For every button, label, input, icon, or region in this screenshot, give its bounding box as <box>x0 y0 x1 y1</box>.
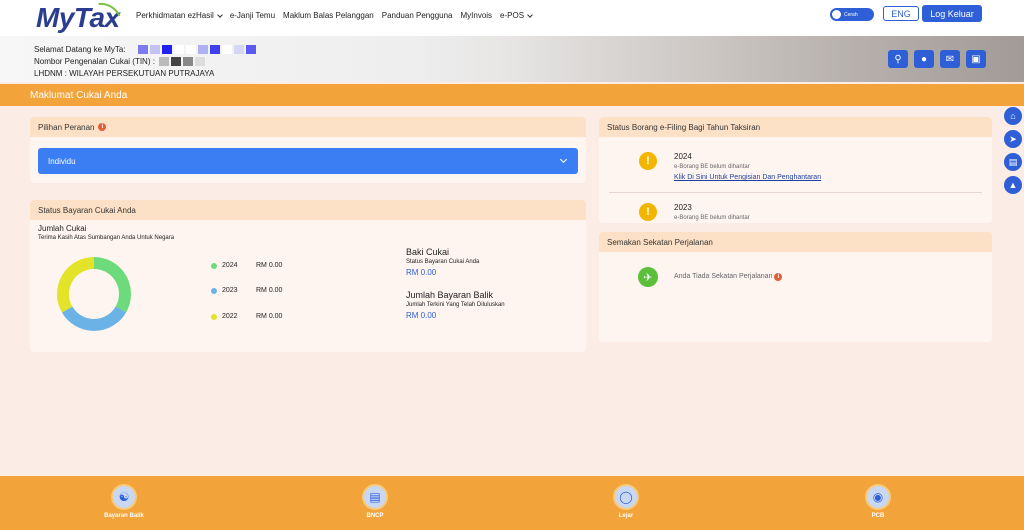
page-title: Maklumat Cukai Anda <box>30 89 128 101</box>
mail-icon[interactable]: ✉ <box>940 50 960 68</box>
menu-item-ezhasil[interactable]: Perkhidmatan ezHasil <box>136 11 223 20</box>
menu-item-maklum-balas[interactable]: Maklum Balas Pelanggan <box>283 11 374 20</box>
menu-item-myinvois[interactable]: MyInvois <box>460 11 492 20</box>
role-card-title: Pilihan Peranan <box>38 122 95 132</box>
megaphone-icon[interactable]: ➤ <box>1004 130 1022 148</box>
toggle-label: Cerah <box>844 11 858 18</box>
toggle-knob <box>832 10 841 19</box>
legend-dot-2023 <box>211 288 217 294</box>
bottom-label-bayaran-balik: Bayaran Balik <box>104 513 144 519</box>
legend-dot-2024 <box>211 263 217 269</box>
info-icon[interactable]: i <box>774 273 783 281</box>
donut-slice-2024[interactable] <box>93 257 131 313</box>
bottom-item-pcb[interactable]: ◉ PCB <box>848 484 908 519</box>
bottom-label-pcb: PCB <box>871 513 885 519</box>
travel-status-row: Anda Tiada Sekatan Perjalanan i <box>674 273 783 281</box>
thanks-text: Terima Kasih Atas Sumbangan Anda Untuk N… <box>38 235 175 241</box>
bottom-item-lejar[interactable]: ◯ Lejar <box>596 484 656 519</box>
efiling-card-title: Status Borang e-Filing Bagi Tahun Taksir… <box>607 122 761 132</box>
efiling-status-2024: e-Borang BE belum dihantar <box>674 164 750 170</box>
legend-amount-2022: RM 0.00 <box>256 313 283 320</box>
balance-title: Baki Cukai <box>406 247 450 257</box>
chevron-down-icon <box>527 11 533 18</box>
side-quick-icons: ⌂ ➤ ▤ ▲ <box>1004 107 1022 194</box>
refund-icon: ☯ <box>111 484 137 510</box>
legend-amount-2023: RM 0.00 <box>256 287 283 294</box>
payment-card-title: Status Bayaran Cukai Anda <box>38 205 136 215</box>
bottom-item-bncp[interactable]: ▤ BNCP <box>345 484 405 519</box>
efiling-card-header: Status Borang e-Filing Bagi Tahun Taksir… <box>599 117 992 137</box>
travel-status-text: Anda Tiada Sekatan Perjalanan <box>674 273 773 280</box>
efiling-divider <box>609 192 982 193</box>
travel-restriction-card: Semakan Sekatan Perjalanan ✈ Anda Tiada … <box>599 232 992 342</box>
role-select-value: Individu <box>48 156 76 166</box>
travel-card-header: Semakan Sekatan Perjalanan <box>599 232 992 252</box>
redacted-name <box>137 45 256 55</box>
balance-subtitle: Status Bayaran Cukai Anda <box>406 259 480 265</box>
menu-item-epos[interactable]: e-POS <box>500 11 533 20</box>
calculator-icon[interactable]: ▣ <box>966 50 986 68</box>
welcome-label: Selamat Datang ke MyTa: <box>34 45 126 54</box>
redacted-tin <box>159 57 206 67</box>
payment-status-card: Status Bayaran Cukai Anda Jumlah Cukai T… <box>30 200 586 352</box>
info-icon[interactable]: i <box>98 123 107 131</box>
role-select[interactable]: Individu <box>38 148 578 174</box>
role-card: Pilihan Peranan i Individu <box>30 117 586 183</box>
page-title-bar: Maklumat Cukai Anda <box>0 84 1024 106</box>
bottom-item-bayaran-balik[interactable]: ☯ Bayaran Balik <box>94 484 154 519</box>
refund-title: Jumlah Bayaran Balik <box>406 290 494 300</box>
chevron-down-icon <box>559 155 568 164</box>
welcome-text-block: Selamat Datang ke MyTa: Nombor Pengenala… <box>34 44 256 80</box>
donut-slice-2023[interactable] <box>61 306 127 331</box>
menu-item-ejanji-temu[interactable]: e-Janji Temu <box>230 11 275 20</box>
refund-amount: RM 0.00 <box>406 311 437 320</box>
tin-label: Nombor Pengenalan Cukai (TIN) : <box>34 57 155 66</box>
legend-year-2023: 2023 <box>222 287 238 294</box>
tax-donut-chart <box>57 257 131 331</box>
airplane-icon: ✈ <box>638 267 658 287</box>
refund-subtitle: Jumlah Terkini Yang Telah Diluluskan <box>406 302 505 308</box>
role-card-header: Pilihan Peranan i <box>30 117 586 137</box>
efiling-year-2023: 2023 <box>674 203 692 212</box>
home-icon[interactable]: ⌂ <box>1004 107 1022 125</box>
efiling-year-2024: 2024 <box>674 152 692 161</box>
coins-icon: ◉ <box>865 484 891 510</box>
book-icon[interactable]: ▤ <box>1004 153 1022 171</box>
branch-label: LHDNM : WILAYAH PERSEKUTUAN PUTRAJAYA <box>34 69 215 78</box>
legend-dot-2022 <box>211 314 217 320</box>
warning-icon: ! <box>639 203 657 221</box>
menu-item-panduan[interactable]: Panduan Pengguna <box>382 11 453 20</box>
bottom-label-bncp: BNCP <box>366 513 384 519</box>
efiling-submit-link[interactable]: Klik Di Sini Untuk Pengisian Dan Penghan… <box>674 174 821 181</box>
language-button[interactable]: ENG <box>883 6 919 21</box>
warning-icon: ! <box>639 152 657 170</box>
user-icon[interactable]: ● <box>914 50 934 68</box>
banner-icon-group: ⚲ ● ✉ ▣ <box>888 50 986 68</box>
search-icon[interactable]: ⚲ <box>888 50 908 68</box>
balance-amount: RM 0.00 <box>406 268 437 277</box>
efiling-status-card: Status Borang e-Filing Bagi Tahun Taksir… <box>599 117 992 223</box>
document-icon: ▤ <box>362 484 388 510</box>
legend-year-2024: 2024 <box>222 262 238 269</box>
efiling-status-2023: e-Borang BE belum dihantar <box>674 215 750 221</box>
chevron-down-icon <box>216 11 223 18</box>
logout-button[interactable]: Log Keluar <box>922 5 982 22</box>
payment-card-header: Status Bayaran Cukai Anda <box>30 200 586 220</box>
ledger-icon: ◯ <box>613 484 639 510</box>
top-navbar: MyTax Perkhidmatan ezHasil e-Janji Temu … <box>0 0 1024 37</box>
legend-year-2022: 2022 <box>222 313 238 320</box>
total-tax-label: Jumlah Cukai <box>38 224 87 233</box>
main-menu: Perkhidmatan ezHasil e-Janji Temu Maklum… <box>136 11 533 20</box>
donut-slice-2022[interactable] <box>57 257 95 313</box>
graduation-cap-icon[interactable]: ▲ <box>1004 176 1022 194</box>
travel-card-title: Semakan Sekatan Perjalanan <box>607 237 713 247</box>
bottom-label-lejar: Lejar <box>618 513 634 519</box>
legend-amount-2024: RM 0.00 <box>256 262 283 269</box>
theme-toggle[interactable]: Cerah <box>830 8 874 21</box>
